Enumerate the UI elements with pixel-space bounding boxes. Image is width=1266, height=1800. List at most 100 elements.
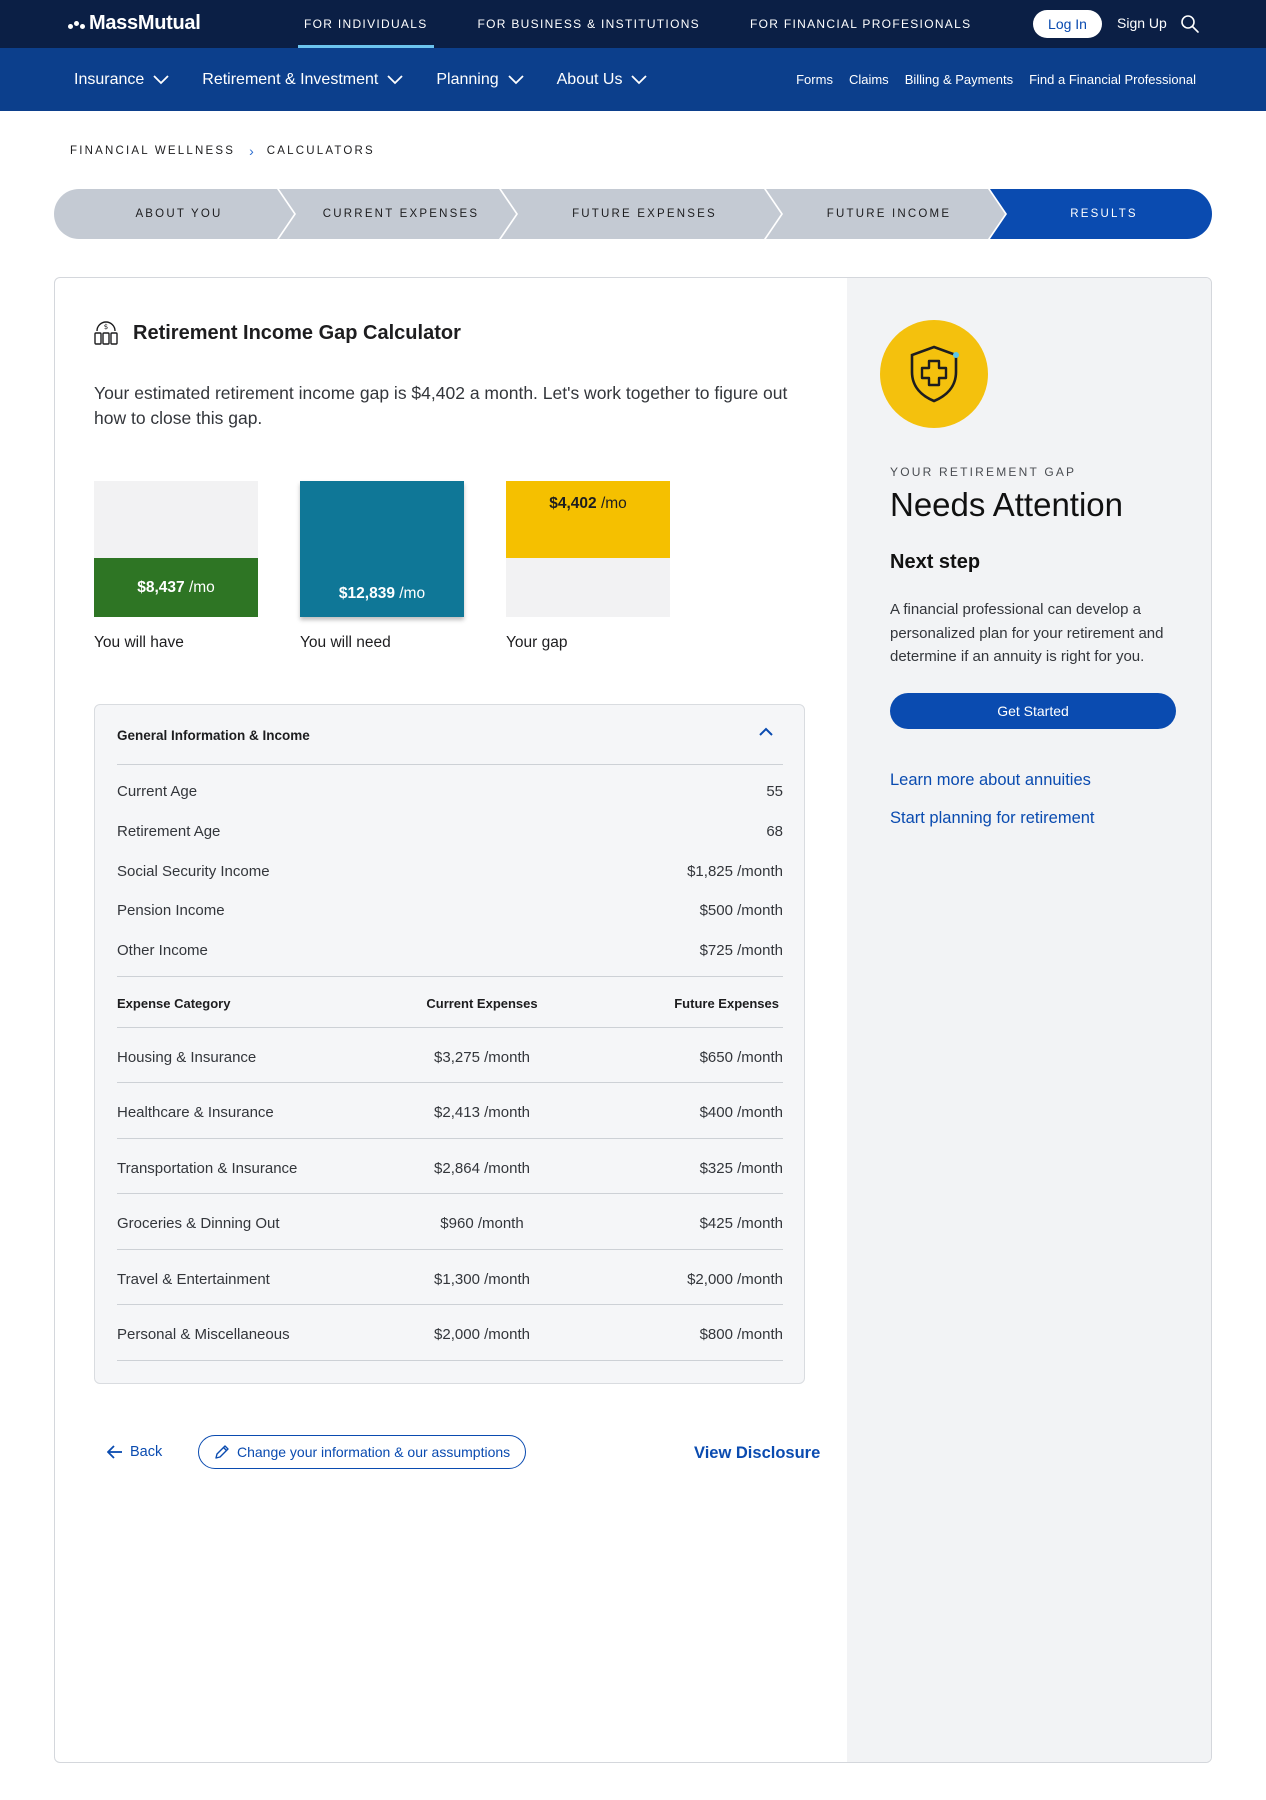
step-future-expenses[interactable]: FUTURE EXPENSES [512, 189, 777, 239]
pencil-icon [215, 1445, 229, 1459]
arrow-left-icon [107, 1445, 122, 1459]
future-expense: $650 /month [699, 1049, 783, 1066]
breadcrumb-calculators[interactable]: CALCULATORS [267, 145, 375, 157]
learn-annuities-link[interactable]: Learn more about annuities [890, 771, 1091, 790]
chevron-down-icon [387, 74, 403, 84]
divider [117, 1193, 783, 1194]
info-row-pension: Pension Income $500 /month [117, 902, 783, 922]
current-expense: $3,275 /month [434, 1049, 530, 1066]
divider [117, 1027, 783, 1028]
tab-for-business[interactable]: FOR BUSINESS & INSTITUTIONS [478, 0, 700, 48]
bar-you-will-have: $8,437 /mo [94, 481, 258, 617]
divider [117, 1138, 783, 1139]
divider [117, 976, 783, 977]
audience-tabs: FOR INDIVIDUALS FOR BUSINESS & INSTITUTI… [298, 0, 1021, 48]
nav-menu-planning[interactable]: Planning [436, 48, 524, 111]
progress-stepper: ABOUT YOU CURRENT EXPENSES FUTURE EXPENS… [54, 189, 1212, 239]
info-value: 55 [766, 783, 783, 800]
step-results[interactable]: RESULTS [1001, 189, 1207, 239]
next-step-title: Next step [890, 551, 981, 573]
bar-caption-gap: Your gap [506, 634, 568, 651]
calculator-title: Retirement Income Gap Calculator [133, 322, 461, 344]
gap-eyebrow: YOUR RETIREMENT GAP [890, 465, 1077, 479]
divider [117, 1249, 783, 1250]
bar-unit: /mo [399, 585, 426, 602]
current-expense: $2,864 /month [434, 1160, 530, 1177]
piggy-bank-coins-icon: $ [94, 321, 118, 345]
nav-menu-label: Planning [436, 70, 499, 88]
table-row: Groceries & Dinning Out $960 /month $425… [117, 1215, 783, 1235]
retirement-gap-sidepanel: YOUR RETIREMENT GAP Needs Attention Next… [847, 278, 1211, 1762]
search-icon[interactable] [1180, 14, 1200, 34]
nav-link-billing[interactable]: Billing & Payments [905, 72, 1013, 87]
divider [117, 764, 783, 765]
divider [117, 1360, 783, 1361]
nav-link-find-professional[interactable]: Find a Financial Professional [1029, 72, 1196, 87]
start-planning-link[interactable]: Start planning for retirement [890, 809, 1095, 828]
expense-category: Travel & Entertainment [117, 1271, 270, 1288]
divider [117, 1082, 783, 1083]
signup-link[interactable]: Sign Up [1117, 15, 1167, 31]
bar-value: $8,437 [137, 579, 185, 596]
divider [117, 1304, 783, 1305]
breadcrumb: FINANCIAL WELLNESS › CALCULATORS [70, 143, 375, 159]
change-information-button[interactable]: Change your information & our assumption… [198, 1435, 527, 1469]
gap-badge [880, 320, 988, 428]
expense-category: Personal & Miscellaneous [117, 1326, 290, 1343]
current-expense: $2,000 /month [434, 1326, 530, 1343]
step-about-you[interactable]: ABOUT YOU [74, 189, 284, 239]
bar-unit: /mo [600, 495, 627, 512]
nav-link-claims[interactable]: Claims [849, 72, 889, 87]
nav-menu-label: About Us [556, 70, 623, 88]
back-button[interactable]: Back [107, 1444, 162, 1460]
table-row: Transportation & Insurance $2,864 /month… [117, 1160, 783, 1180]
info-label: Current Age [117, 783, 198, 800]
get-started-button[interactable]: Get Started [890, 693, 1176, 729]
breadcrumb-financial-wellness[interactable]: FINANCIAL WELLNESS [70, 145, 235, 157]
info-label: Pension Income [117, 902, 225, 919]
chevron-down-icon [153, 74, 169, 84]
bar-value: $12,839 [338, 585, 395, 602]
nav-menu-about-us[interactable]: About Us [557, 48, 648, 111]
current-expense: $1,300 /month [434, 1271, 530, 1288]
table-row: Travel & Entertainment $1,300 /month $2,… [117, 1271, 783, 1291]
nav-menu-label: Retirement & Investment [202, 70, 379, 88]
info-value: 68 [766, 823, 783, 840]
info-row-social-security: Social Security Income $1,825 /month [117, 863, 783, 883]
info-value: $1,825 /month [687, 863, 783, 880]
nav-link-forms[interactable]: Forms [796, 72, 833, 87]
tab-for-financial-professionals[interactable]: FOR FINANCIAL PROFESIONALS [750, 0, 971, 48]
header-expense-category: Expense Category [117, 996, 231, 1011]
future-expense: $2,000 /month [687, 1271, 783, 1288]
back-label: Back [130, 1444, 163, 1460]
future-expense: $425 /month [699, 1215, 783, 1232]
nav-menu-insurance[interactable]: Insurance [74, 48, 169, 111]
info-label: Social Security Income [117, 863, 270, 880]
header-current-expenses: Current Expenses [426, 996, 538, 1011]
chevron-up-icon[interactable] [759, 727, 773, 737]
bar-caption-have: You will have [94, 634, 184, 651]
gap-summary-text: Your estimated retirement income gap is … [94, 383, 788, 428]
chevron-down-icon [631, 74, 648, 84]
login-button[interactable]: Log In [1033, 10, 1102, 38]
info-label: Retirement Age [117, 823, 221, 840]
step-current-expenses[interactable]: CURRENT EXPENSES [290, 189, 512, 239]
massmutual-logo[interactable]: MassMutual [68, 12, 201, 35]
top-utility-bar: MassMutual FOR INDIVIDUALS FOR BUSINESS … [0, 0, 1266, 48]
step-future-income[interactable]: FUTURE INCOME [777, 189, 1001, 239]
gap-status: Needs Attention [890, 486, 1123, 523]
view-disclosure-link[interactable]: View Disclosure [694, 1444, 820, 1463]
bar-you-will-need: $12,839 /mo [300, 481, 464, 617]
tab-for-individuals[interactable]: FOR INDIVIDUALS [298, 0, 434, 48]
expense-category: Transportation & Insurance [117, 1160, 298, 1177]
current-expense: $960 /month [440, 1215, 524, 1232]
future-expense: $400 /month [699, 1104, 783, 1121]
table-row: Personal & Miscellaneous $2,000 /month $… [117, 1326, 783, 1346]
nav-menu-label: Insurance [74, 70, 145, 88]
nav-menu-retirement[interactable]: Retirement & Investment [202, 48, 403, 111]
accordion-heading[interactable]: General Information & Income [117, 728, 310, 743]
current-expense: $2,413 /month [434, 1104, 530, 1121]
future-expense: $325 /month [699, 1160, 783, 1177]
info-row-other-income: Other Income $725 /month [117, 942, 783, 962]
bar-caption-need: You will need [300, 634, 391, 651]
